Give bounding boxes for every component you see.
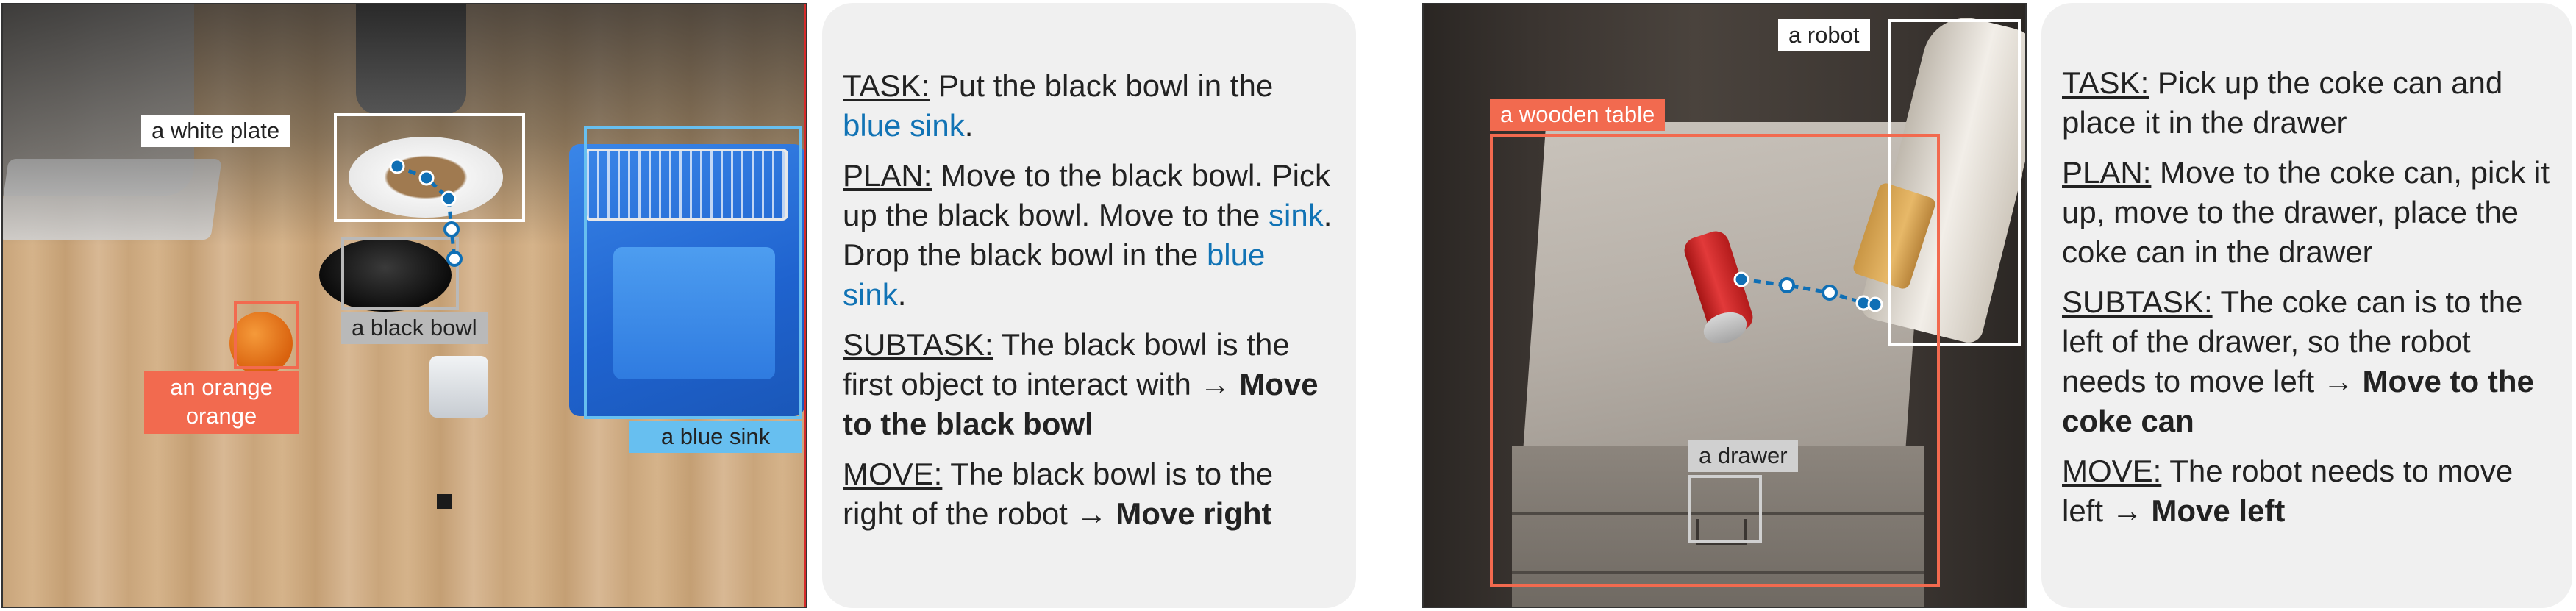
move-result: Move left <box>2151 493 2286 528</box>
trajectory-point <box>389 158 405 174</box>
plan-paragraph-1: PLAN: Move to the black bowl. Pick up th… <box>843 156 1335 315</box>
plan-text-end: . <box>897 277 907 312</box>
move-keyword: MOVE: <box>843 457 943 491</box>
task-paragraph-1: TASK: Put the black bowl in the blue sin… <box>843 66 1335 146</box>
trajectory-1 <box>389 158 463 267</box>
reasoning-panel-1: TASK: Put the black bowl in the blue sin… <box>822 3 1356 608</box>
plan-keyword: PLAN: <box>2062 155 2152 190</box>
subtask-keyword: SUBTASK: <box>843 327 993 362</box>
reasoning-panel-2: TASK: Pick up the coke can and place it … <box>2041 3 2572 608</box>
trajectory-point <box>440 190 457 207</box>
trajectory-point <box>1822 285 1838 301</box>
trajectory-point <box>446 251 463 267</box>
task-text: Put the black bowl in the <box>930 68 1274 103</box>
plan-keyword: PLAN: <box>843 158 932 193</box>
task-highlight: blue sink <box>843 108 965 143</box>
task-keyword: TASK: <box>843 68 930 103</box>
move-keyword: MOVE: <box>2062 454 2162 488</box>
scene-image-2: a robot a wooden table a drawer <box>1422 3 2027 608</box>
subtask-keyword: SUBTASK: <box>2062 285 2213 319</box>
trajectory-2 <box>1733 271 1883 312</box>
move-result: Move right <box>1116 496 1272 531</box>
trajectory-point <box>1779 277 1795 293</box>
plan-highlight-sink: sink <box>1269 198 1324 232</box>
move-paragraph-2: MOVE: The robot needs to move left → Mov… <box>2062 451 2552 531</box>
trajectory-point <box>443 221 460 237</box>
subtask-paragraph-2: SUBTASK: The coke can is to the left of … <box>2062 282 2552 441</box>
trajectory-point <box>1867 296 1883 312</box>
subtask-paragraph-1: SUBTASK: The black bowl is the first obj… <box>843 325 1335 444</box>
trajectory-line <box>1741 277 1876 307</box>
task-paragraph-2: TASK: Pick up the coke can and place it … <box>2062 63 2552 143</box>
scene-image-1: a white plate a black bowl an orange ora… <box>1 3 807 608</box>
plan-paragraph-2: PLAN: Move to the coke can, pick it up, … <box>2062 153 2552 272</box>
task-keyword: TASK: <box>2062 65 2149 100</box>
move-paragraph-1: MOVE: The black bowl is to the right of … <box>843 454 1335 534</box>
trajectory-point <box>418 170 435 186</box>
task-text-end: . <box>964 108 974 143</box>
trajectory-point <box>1733 271 1749 287</box>
